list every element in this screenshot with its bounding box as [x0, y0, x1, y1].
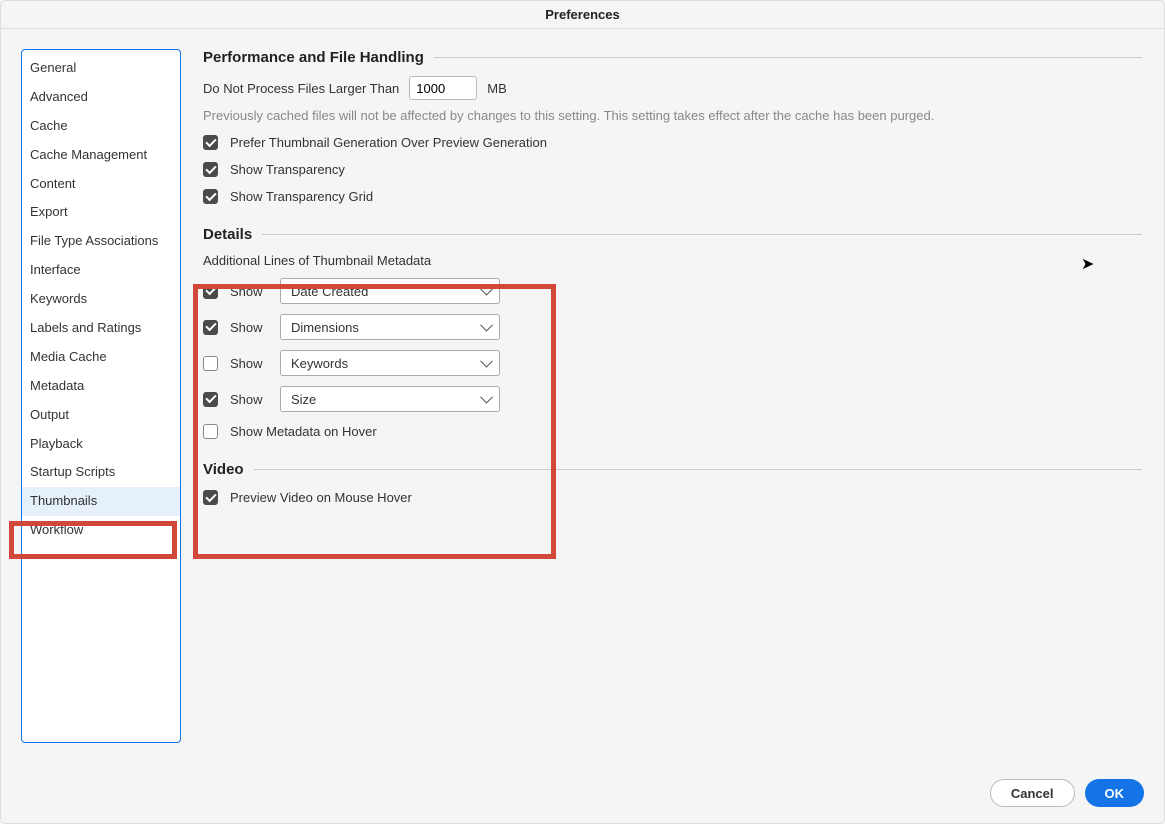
sidebar-item-advanced[interactable]: Advanced — [22, 83, 180, 112]
label-show-transparency: Show Transparency — [230, 162, 345, 177]
metadata-row: Show Date Created — [203, 278, 1142, 304]
window-body: ➤ GeneralAdvancedCacheCache ManagementCo… — [1, 29, 1164, 773]
checkbox-show-transparency-grid[interactable] — [203, 189, 218, 204]
label-show: Show — [230, 356, 268, 371]
section-divider — [254, 469, 1142, 470]
label-show: Show — [230, 392, 268, 407]
sidebar-item-thumbnails[interactable]: Thumbnails — [22, 487, 180, 516]
sidebar-item-startup-scripts[interactable]: Startup Scripts — [22, 458, 180, 487]
note-cache-warning: Previously cached files will not be affe… — [203, 108, 1142, 123]
row-prefer-thumbnail: Prefer Thumbnail Generation Over Preview… — [203, 135, 1142, 150]
sidebar-item-labels-and-ratings[interactable]: Labels and Ratings — [22, 314, 180, 343]
select-metadata-field-3[interactable]: Size — [280, 386, 500, 412]
section-title-performance: Performance and File Handling — [203, 49, 424, 66]
sidebar-item-export[interactable]: Export — [22, 198, 180, 227]
preferences-sidebar: GeneralAdvancedCacheCache ManagementCont… — [21, 49, 181, 743]
label-show: Show — [230, 320, 268, 335]
checkbox-metadata-show-1[interactable] — [203, 320, 218, 335]
sidebar-item-metadata[interactable]: Metadata — [22, 372, 180, 401]
row-show-transparency: Show Transparency — [203, 162, 1142, 177]
metadata-row: Show Size — [203, 386, 1142, 412]
metadata-rows-container: Show Date Created Show Dimensions Show Keywor… — [203, 278, 1142, 412]
checkbox-preview-video-hover[interactable] — [203, 490, 218, 505]
section-video: Video Preview Video on Mouse Hover — [203, 461, 1142, 505]
input-file-size-limit[interactable] — [409, 76, 477, 100]
label-additional-lines: Additional Lines of Thumbnail Metadata — [203, 253, 1142, 268]
sidebar-item-content[interactable]: Content — [22, 170, 180, 199]
titlebar: Preferences — [1, 1, 1164, 29]
row-show-transparency-grid: Show Transparency Grid — [203, 189, 1142, 204]
checkbox-show-metadata-hover[interactable] — [203, 424, 218, 439]
sidebar-item-output[interactable]: Output — [22, 401, 180, 430]
label-show: Show — [230, 284, 268, 299]
label-show-metadata-hover: Show Metadata on Hover — [230, 424, 377, 439]
checkbox-metadata-show-3[interactable] — [203, 392, 218, 407]
section-performance: Performance and File Handling Do Not Pro… — [203, 49, 1142, 204]
row-show-on-hover: Show Metadata on Hover — [203, 424, 1142, 439]
section-divider — [262, 234, 1142, 235]
metadata-row: Show Keywords — [203, 350, 1142, 376]
sidebar-item-workflow[interactable]: Workflow — [22, 516, 180, 545]
sidebar-item-media-cache[interactable]: Media Cache — [22, 343, 180, 372]
sidebar-item-interface[interactable]: Interface — [22, 256, 180, 285]
section-details: Details Additional Lines of Thumbnail Me… — [203, 226, 1142, 439]
checkbox-metadata-show-0[interactable] — [203, 284, 218, 299]
section-header-video: Video — [203, 461, 1142, 478]
sidebar-item-general[interactable]: General — [22, 54, 180, 83]
label-do-not-process: Do Not Process Files Larger Than — [203, 81, 399, 96]
section-header-performance: Performance and File Handling — [203, 49, 1142, 66]
label-prefer-thumbnail: Prefer Thumbnail Generation Over Preview… — [230, 135, 547, 150]
select-metadata-field-1[interactable]: Dimensions — [280, 314, 500, 340]
sidebar-item-cache-management[interactable]: Cache Management — [22, 141, 180, 170]
row-do-not-process: Do Not Process Files Larger Than MB — [203, 76, 1142, 100]
select-metadata-field-2[interactable]: Keywords — [280, 350, 500, 376]
ok-button[interactable]: OK — [1085, 779, 1145, 807]
metadata-row: Show Dimensions — [203, 314, 1142, 340]
section-divider — [434, 57, 1142, 58]
label-unit-mb: MB — [487, 81, 507, 96]
sidebar-item-cache[interactable]: Cache — [22, 112, 180, 141]
label-show-transparency-grid: Show Transparency Grid — [230, 189, 373, 204]
section-header-details: Details — [203, 226, 1142, 243]
section-title-details: Details — [203, 226, 252, 243]
checkbox-metadata-show-2[interactable] — [203, 356, 218, 371]
section-title-video: Video — [203, 461, 244, 478]
cancel-button[interactable]: Cancel — [990, 779, 1075, 807]
preferences-content: Performance and File Handling Do Not Pro… — [203, 49, 1152, 761]
sidebar-item-keywords[interactable]: Keywords — [22, 285, 180, 314]
checkbox-prefer-thumbnail[interactable] — [203, 135, 218, 150]
preferences-window: Preferences ➤ GeneralAdvancedCacheCache … — [0, 0, 1165, 824]
checkbox-show-transparency[interactable] — [203, 162, 218, 177]
sidebar-item-file-type-associations[interactable]: File Type Associations — [22, 227, 180, 256]
label-preview-video-hover: Preview Video on Mouse Hover — [230, 490, 412, 505]
row-preview-video-hover: Preview Video on Mouse Hover — [203, 490, 1142, 505]
window-title: Preferences — [545, 7, 619, 22]
sidebar-item-playback[interactable]: Playback — [22, 430, 180, 459]
dialog-footer: Cancel OK — [1, 773, 1164, 823]
select-metadata-field-0[interactable]: Date Created — [280, 278, 500, 304]
